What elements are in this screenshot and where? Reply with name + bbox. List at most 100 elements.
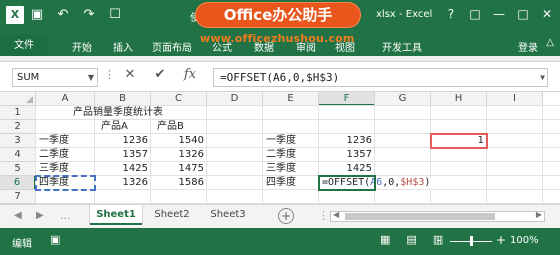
referenced-cell-h3[interactable]: 1 — [430, 133, 488, 149]
sheet-tab-bar: ◀ ▶ ... Sheet1 Sheet2 Sheet3 + ⋮ ◀ ▶ — [0, 204, 560, 228]
select-all-corner[interactable] — [0, 92, 36, 106]
product-a-value[interactable]: 1326 — [95, 176, 151, 190]
login-link[interactable]: 登录 — [518, 39, 538, 54]
row-header-6[interactable]: 6 — [0, 176, 36, 190]
status-bar: 编辑 ▣ ▦ ▤ ▥ - + 100% — [0, 228, 560, 255]
normal-view-icon[interactable]: ▦ — [380, 233, 390, 246]
name-box[interactable]: SUM ▼ — [12, 68, 98, 87]
row-header-2[interactable]: 2 — [0, 120, 36, 134]
help-icon[interactable]: ? — [442, 5, 460, 23]
tab-home[interactable]: 开始 — [72, 39, 92, 54]
col-header-g[interactable]: G — [375, 92, 431, 106]
product-a-value[interactable]: 1357 — [95, 148, 151, 162]
product-a-value[interactable]: 1425 — [95, 162, 151, 176]
more-sheets-icon[interactable]: ... — [60, 209, 71, 222]
formula-prefix: =OFFSET( — [322, 177, 371, 188]
lookup-value[interactable]: 1425 — [319, 162, 375, 176]
save-icon[interactable]: ▣ — [30, 7, 44, 23]
scroll-left-icon[interactable]: ◀ — [333, 210, 339, 219]
formula-ref-h3: $H$3 — [400, 177, 425, 188]
page-layout-view-icon[interactable]: ▤ — [406, 233, 416, 246]
chevron-down-icon[interactable]: ▼ — [88, 69, 94, 86]
formula-ref-a6: A6 — [370, 177, 383, 188]
tab-developer[interactable]: 开发工具 — [382, 39, 422, 54]
horizontal-scrollbar[interactable]: ◀ ▶ — [330, 210, 545, 222]
scroll-split-handle[interactable]: ⋮ — [318, 209, 329, 222]
quarter-label[interactable]: 一季度 — [36, 134, 95, 148]
expand-formula-icon[interactable]: ▼ — [540, 69, 545, 86]
macro-record-icon[interactable]: ▣ — [50, 233, 60, 246]
row-header-7[interactable]: 7 — [0, 190, 36, 204]
row-header-5[interactable]: 5 — [0, 162, 36, 176]
formula-mid: ,0, — [382, 177, 401, 188]
excel-logo-icon: X — [6, 6, 24, 24]
product-b-value[interactable]: 1475 — [151, 162, 207, 176]
watermark-banner: Office办公助手 — [195, 2, 361, 28]
active-cell-f6[interactable]: =OFFSET(A6,0,$H$3) — [318, 175, 433, 191]
close-icon[interactable]: ✕ — [538, 5, 556, 23]
col-header-f[interactable]: F — [319, 92, 375, 106]
touch-mode-icon[interactable]: ☐ — [108, 7, 122, 23]
tab-file[interactable]: 文件 — [0, 35, 48, 56]
col-header-d[interactable]: D — [207, 92, 263, 106]
formula-text: =OFFSET(A6,0,$H$3) — [220, 71, 340, 84]
col-header-h[interactable]: H — [431, 92, 487, 106]
cancel-icon[interactable]: ✕ — [120, 67, 140, 82]
col-header-i[interactable]: I — [487, 92, 543, 106]
prev-sheet-icon[interactable]: ◀ — [14, 210, 22, 221]
title-bar: X ▣ ↶ ↷ ☐ 使用 xlsx - Excel ? □ — □ ✕ Offi… — [0, 0, 560, 31]
status-mode: 编辑 — [12, 239, 32, 250]
table-title[interactable]: 产品销量季度统计表 — [70, 106, 230, 120]
row-header-3[interactable]: 3 — [0, 134, 36, 148]
row-header-1[interactable]: 1 — [0, 106, 36, 120]
tab-insert[interactable]: 插入 — [113, 39, 133, 54]
zoom-out-button[interactable]: - — [437, 233, 441, 247]
formula-bar-grip[interactable]: ⋮ — [104, 68, 115, 81]
product-b-value[interactable]: 1586 — [151, 176, 207, 190]
watermark-url: www.officezhushou.com — [200, 32, 355, 45]
col-header-e[interactable]: E — [263, 92, 319, 106]
lookup-value[interactable]: 1236 — [319, 134, 375, 148]
sheet-tab-sheet1[interactable]: Sheet1 — [90, 205, 142, 225]
tab-page-layout[interactable]: 页面布局 — [152, 39, 192, 54]
quarter-label[interactable]: 二季度 — [263, 148, 319, 162]
sheet-tab-sheet2[interactable]: Sheet2 — [146, 205, 198, 225]
sheet-tab-sheet3[interactable]: Sheet3 — [202, 205, 254, 225]
enter-icon[interactable]: ✔ — [150, 67, 170, 82]
formula-input[interactable]: =OFFSET(A6,0,$H$3) ▼ — [213, 68, 548, 87]
col-header-b[interactable]: B — [95, 92, 151, 106]
product-b-value[interactable]: 1326 — [151, 148, 207, 162]
zoom-slider-thumb[interactable] — [470, 236, 473, 246]
collapse-ribbon-icon[interactable]: △ — [546, 37, 554, 48]
undo-icon[interactable]: ↶ — [56, 7, 70, 23]
quarter-label[interactable]: 四季度 — [263, 176, 319, 190]
add-sheet-button[interactable]: + — [278, 208, 294, 224]
quarter-label[interactable]: 三季度 — [263, 162, 319, 176]
window-title: xlsx - Excel — [376, 9, 433, 20]
ribbon-display-icon[interactable]: □ — [466, 5, 484, 23]
maximize-icon[interactable]: □ — [514, 5, 532, 23]
zoom-in-button[interactable]: + — [496, 233, 506, 247]
zoom-level[interactable]: 100% — [510, 235, 539, 246]
header-product-a[interactable]: 产品A — [98, 120, 148, 134]
row-header-4[interactable]: 4 — [0, 148, 36, 162]
next-sheet-icon[interactable]: ▶ — [36, 210, 44, 221]
scroll-right-icon[interactable]: ▶ — [536, 210, 542, 219]
formula-bar: SUM ▼ ⋮ ✕ ✔ fx =OFFSET(A6,0,$H$3) ▼ — [0, 62, 560, 92]
insert-function-icon[interactable]: fx — [180, 67, 200, 82]
product-b-value[interactable]: 1540 — [151, 134, 207, 148]
quarter-label[interactable]: 二季度 — [36, 148, 95, 162]
quarter-label[interactable]: 一季度 — [263, 134, 319, 148]
product-a-value[interactable]: 1236 — [95, 134, 151, 148]
minimize-icon[interactable]: — — [490, 5, 508, 23]
lookup-value[interactable]: 1357 — [319, 148, 375, 162]
redo-icon[interactable]: ↷ — [82, 7, 96, 23]
referenced-cell-a6[interactable]: 四季度 — [35, 175, 96, 191]
worksheet-grid[interactable]: A B C D E F G H I 1 2 3 4 5 6 7 产品销量季度统计… — [0, 92, 560, 204]
col-header-c[interactable]: C — [151, 92, 207, 106]
header-product-b[interactable]: 产品B — [154, 120, 204, 134]
view-buttons: ▦ ▤ ▥ — [380, 233, 443, 246]
col-header-a[interactable]: A — [36, 92, 95, 106]
quarter-label[interactable]: 三季度 — [36, 162, 95, 176]
scrollbar-thumb[interactable] — [345, 213, 495, 220]
